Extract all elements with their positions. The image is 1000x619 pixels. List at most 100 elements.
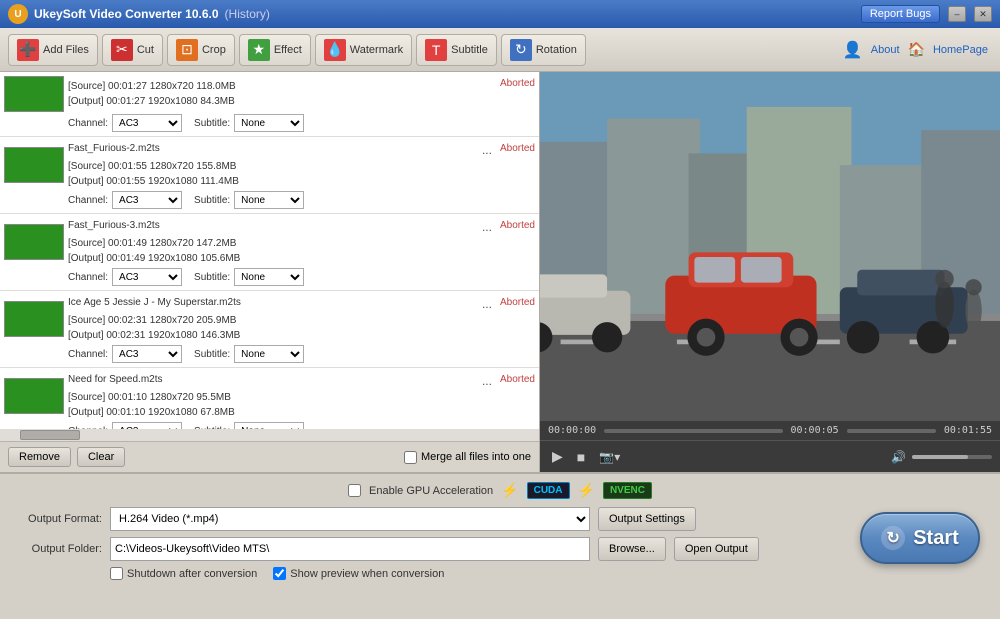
- clear-button[interactable]: Clear: [77, 447, 125, 467]
- merge-label: Merge all files into one: [404, 451, 531, 464]
- rotation-icon: ↻: [510, 39, 532, 61]
- nvenc-icon: ⚡: [578, 482, 595, 499]
- timeline-bar-2[interactable]: [847, 429, 936, 433]
- subtitle-label: Subtitle:: [194, 195, 230, 206]
- stop-button[interactable]: ■: [573, 447, 589, 467]
- shutdown-checkbox[interactable]: [110, 567, 123, 580]
- file-thumbnail: [4, 224, 64, 260]
- subtitle-button[interactable]: T Subtitle: [416, 34, 497, 66]
- main-content: [Source] 00:01:27 1280x720 118.0MB [Outp…: [0, 72, 1000, 472]
- file-source: [Source] 00:02:31 1280x720 205.9MB: [68, 313, 496, 328]
- toolbar: ➕ Add Files ✂ Cut ⊡ Crop ★ Effect 💧 Wate…: [0, 28, 1000, 72]
- homepage-link[interactable]: HomePage: [929, 42, 992, 58]
- show-preview-option: Show preview when conversion: [273, 567, 444, 580]
- subtitle-icon: T: [425, 39, 447, 61]
- screenshot-button[interactable]: 📷▾: [595, 448, 624, 466]
- list-item: [Source] 00:01:27 1280x720 118.0MB [Outp…: [0, 72, 539, 137]
- nvidia-icon: ⚡: [501, 482, 518, 499]
- file-source: [Source] 00:01:55 1280x720 155.8MB: [68, 159, 496, 174]
- file-name: Need for Speed.m2ts ...: [68, 372, 496, 390]
- horizontal-scrollbar[interactable]: [0, 429, 539, 441]
- folder-row: Output Folder: Browse... Open Output: [12, 537, 988, 561]
- subtitle-label: Subtitle:: [194, 272, 230, 283]
- minimize-button[interactable]: –: [948, 6, 966, 22]
- subtitle-label: Subtitle: [451, 44, 488, 56]
- crop-button[interactable]: ⊡ Crop: [167, 34, 235, 66]
- channel-select[interactable]: AC3: [112, 345, 182, 363]
- title-right: Report Bugs – ✕: [861, 5, 992, 23]
- show-preview-checkbox[interactable]: [273, 567, 286, 580]
- rotation-button[interactable]: ↻ Rotation: [501, 34, 586, 66]
- folder-input[interactable]: [110, 537, 590, 561]
- video-scene-svg: [540, 72, 1000, 421]
- shutdown-label: Shutdown after conversion: [127, 568, 257, 580]
- time-mid: 00:00:05: [791, 425, 839, 436]
- title-bar: U UkeySoft Video Converter 10.6.0 (Histo…: [0, 0, 1000, 28]
- time-end: 00:01:55: [944, 425, 992, 436]
- channel-label: Channel:: [68, 349, 108, 360]
- channel-label: Channel:: [68, 118, 108, 129]
- file-info: Ice Age 5 Jessie J - My Superstar.m2ts .…: [68, 295, 496, 343]
- open-output-button[interactable]: Open Output: [674, 537, 759, 561]
- file-status: Aborted: [500, 295, 535, 308]
- effect-icon: ★: [248, 39, 270, 61]
- file-list-bottom: Remove Clear Merge all files into one: [0, 441, 539, 472]
- start-button[interactable]: ↻ Start: [860, 512, 980, 564]
- volume-slider[interactable]: [912, 455, 992, 459]
- play-button[interactable]: ▶: [548, 446, 567, 467]
- file-more-btn[interactable]: ...: [478, 372, 496, 390]
- start-label: Start: [913, 527, 959, 550]
- about-link[interactable]: About: [867, 42, 904, 58]
- file-info: Need for Speed.m2ts ... [Source] 00:01:1…: [68, 372, 496, 420]
- preview-panel: 00:00:00 00:00:05 00:01:55 ▶ ■ 📷▾ 🔊: [540, 72, 1000, 472]
- timeline-bar[interactable]: [604, 429, 782, 433]
- format-label: Output Format:: [12, 513, 102, 525]
- file-output: [Output] 00:01:49 1920x1080 105.6MB: [68, 251, 496, 266]
- history-label: (History): [225, 7, 270, 21]
- merge-text: Merge all files into one: [421, 451, 531, 463]
- close-button[interactable]: ✕: [974, 6, 992, 22]
- crop-icon: ⊡: [176, 39, 198, 61]
- merge-checkbox[interactable]: [404, 451, 417, 464]
- video-preview: [540, 72, 1000, 421]
- add-files-label: Add Files: [43, 44, 89, 56]
- file-thumbnail: [4, 301, 64, 337]
- channel-select[interactable]: AC3: [112, 191, 182, 209]
- subtitle-select[interactable]: None: [234, 114, 304, 132]
- subtitle-select[interactable]: None: [234, 191, 304, 209]
- cut-button[interactable]: ✂ Cut: [102, 34, 163, 66]
- bottom-panel: Enable GPU Acceleration ⚡ CUDA ⚡ NVENC O…: [0, 472, 1000, 588]
- file-output: [Output] 00:01:55 1920x1080 111.4MB: [68, 174, 496, 189]
- file-more-btn[interactable]: ...: [478, 295, 496, 313]
- report-bugs-button[interactable]: Report Bugs: [861, 5, 940, 23]
- subtitle-select[interactable]: None: [234, 268, 304, 286]
- channel-select[interactable]: AC3: [112, 114, 182, 132]
- format-select[interactable]: H.264 Video (*.mp4): [110, 507, 590, 531]
- shutdown-option: Shutdown after conversion: [110, 567, 257, 580]
- subtitle-label: Subtitle:: [194, 349, 230, 360]
- channel-select[interactable]: AC3: [112, 422, 182, 429]
- subtitle-select[interactable]: None: [234, 345, 304, 363]
- file-name: Fast_Furious-2.m2ts ...: [68, 141, 496, 159]
- file-list-scroll[interactable]: [Source] 00:01:27 1280x720 118.0MB [Outp…: [0, 72, 539, 429]
- file-more-btn[interactable]: ...: [478, 141, 496, 159]
- watermark-button[interactable]: 💧 Watermark: [315, 34, 412, 66]
- app-title: UkeySoft Video Converter 10.6.0: [34, 7, 219, 21]
- crop-label: Crop: [202, 44, 226, 56]
- channel-select[interactable]: AC3: [112, 268, 182, 286]
- gpu-acceleration-checkbox[interactable]: [348, 484, 361, 497]
- file-name: Fast_Furious-3.m2ts ...: [68, 218, 496, 236]
- effect-button[interactable]: ★ Effect: [239, 34, 311, 66]
- cut-label: Cut: [137, 44, 154, 56]
- options-row: Shutdown after conversion Show preview w…: [12, 567, 988, 580]
- folder-label: Output Folder:: [12, 543, 102, 555]
- file-more-btn[interactable]: ...: [478, 218, 496, 236]
- remove-button[interactable]: Remove: [8, 447, 71, 467]
- file-status: Aborted: [500, 218, 535, 231]
- file-thumbnail: [4, 76, 64, 112]
- output-settings-button[interactable]: Output Settings: [598, 507, 696, 531]
- subtitle-select[interactable]: None: [234, 422, 304, 429]
- gpu-acceleration-row: Enable GPU Acceleration ⚡ CUDA ⚡ NVENC: [12, 482, 988, 499]
- add-files-button[interactable]: ➕ Add Files: [8, 34, 98, 66]
- browse-button[interactable]: Browse...: [598, 537, 666, 561]
